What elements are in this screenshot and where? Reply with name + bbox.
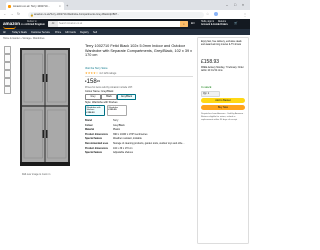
prime-promo-note[interactable]: Enjoy fast, free delivery, exclusive dea… — [201, 41, 245, 47]
gallery-thumbnail[interactable] — [4, 54, 11, 62]
new-tab-button[interactable]: + — [66, 3, 68, 8]
spec-value: Terry — [113, 119, 119, 122]
returns-orders[interactable]: Returns & Orders — [218, 21, 228, 27]
buy-box: Enjoy fast, free delivery, exclusive dea… — [197, 37, 249, 244]
quantity-select[interactable]: Qty: 1 — [201, 91, 220, 97]
subnav-item-prime[interactable]: Prime — [55, 31, 61, 34]
gallery-thumbnail[interactable] — [4, 70, 11, 78]
table-row: Special feature Adjustable shelves — [85, 151, 185, 156]
style-option-price: £158.93 — [86, 111, 95, 114]
gallery-thumbnail[interactable] — [4, 62, 11, 70]
subnav-item-registry[interactable]: Registry — [80, 31, 89, 34]
spec-key: Recommended uses — [85, 142, 109, 145]
add-to-basket-button[interactable]: Add to Basket — [201, 98, 245, 103]
subnav-item-customer-service[interactable]: Customer Service — [31, 31, 50, 34]
gallery-thumbnail[interactable] — [4, 86, 11, 94]
spec-value: Plastic — [113, 128, 121, 132]
back-icon[interactable]: ← — [3, 12, 7, 16]
subnav-item-deals[interactable]: Today's Deals — [12, 31, 27, 34]
deliver-to[interactable]: Deliver to United Kingdom — [27, 21, 45, 27]
language-selector[interactable]: EN — [191, 22, 194, 25]
delivery-info: FREE delivery Monday, 7 February. Order … — [201, 67, 244, 72]
browser-menu-icon[interactable]: ⋮ — [243, 12, 247, 17]
style-label: Style: Wardrobe with Shelves — [85, 101, 118, 104]
spec-key: Brand — [85, 119, 92, 122]
style-option[interactable]: Wardrobe £129.99 — [107, 105, 127, 116]
seller-details: Dispatches from Amazon · Sold by Amazon … — [201, 113, 245, 121]
price-whole: 158 — [86, 79, 97, 85]
amazon-header: amazon.co.uk Deliver to United Kingdom A… — [0, 19, 250, 29]
subnav-item-gift-cards[interactable]: Gift Cards — [65, 31, 76, 34]
account-menu[interactable]: Hello, sign in Account & Lists — [201, 21, 218, 27]
subnav-item-sell[interactable]: Sell — [93, 31, 97, 34]
minimize-icon[interactable]: – — [226, 3, 228, 7]
gallery-thumbnail[interactable] — [4, 46, 11, 54]
subnav-item-all[interactable]: All — [3, 31, 6, 34]
rating-count: 4.2 123 ratings — [99, 72, 117, 75]
search-department-select[interactable]: All — [48, 21, 58, 27]
maximize-icon[interactable]: □ — [234, 3, 236, 7]
product-price: £15893 — [85, 79, 101, 85]
bookmark-star-icon[interactable]: ☆ — [206, 12, 209, 16]
product-main-image[interactable] — [12, 46, 78, 170]
spec-key: Colour — [85, 123, 93, 127]
url-field[interactable]: 🔒 amazon.co.uk/Terry-1002710-Wardrobe-Co… — [28, 11, 204, 18]
window-close-icon[interactable]: × — [242, 3, 244, 7]
deliver-line2: United Kingdom — [27, 23, 45, 26]
divider — [85, 76, 193, 77]
profile-avatar[interactable] — [214, 11, 218, 16]
gallery-thumbnail[interactable] — [4, 78, 11, 86]
account-line2: Account & Lists — [201, 23, 219, 26]
brand-store-link[interactable]: Visit the Terry Store — [85, 67, 108, 70]
product-title: Terry 1002710 Fetid Black 102x 5.0mm Ind… — [85, 44, 193, 57]
orders-line2: & Orders — [218, 23, 228, 26]
spec-value: Weather resistant, lockable — [113, 137, 142, 141]
spec-value: Adjustable shelves — [113, 151, 133, 155]
search-input[interactable]: Search Amazon.co.uk — [59, 21, 179, 27]
spec-value: 39D x 102W x 170H centimetres — [113, 132, 148, 136]
price-fraction: 93 — [96, 79, 101, 83]
image-zoom-caption: Roll over image to zoom in — [22, 173, 51, 176]
price-vat-note: Prices for items sold by Amazon include … — [85, 86, 133, 89]
tab-title: Amazon.co.uk: Terry 1002710... — [13, 4, 50, 8]
spec-value: Storage of cleaning products, garden too… — [113, 142, 185, 145]
tab-close-icon[interactable]: × — [59, 4, 61, 8]
spec-key: Product dimensions — [85, 132, 108, 136]
search-bar: All Search Amazon.co.uk ⌕ — [48, 21, 188, 27]
rating-row[interactable]: ★★★★☆ 4.2 123 ratings — [85, 71, 116, 75]
spec-value: 102 x 39 x 170 cm — [113, 146, 133, 150]
colour-option-selected[interactable]: Grey/Black — [117, 94, 136, 100]
rating-stars-icon: ★★★★☆ — [85, 71, 99, 75]
logo-tld: .co.uk — [20, 23, 28, 26]
breadcrumb[interactable]: Home & Garden › Storage › Wardrobes — [3, 37, 45, 40]
url-text[interactable]: amazon.co.uk/Terry-1002710-Wardrobe-Comp… — [34, 13, 200, 16]
colour-option[interactable]: Grey — [85, 94, 101, 100]
reload-icon[interactable]: ↻ — [17, 12, 20, 16]
forward-icon[interactable]: → — [10, 12, 14, 16]
colour-option[interactable]: Black — [101, 94, 117, 100]
buybox-price: £158.93 — [201, 59, 220, 65]
spec-key: Product dimensions — [85, 146, 108, 150]
spec-value: Grey/Black — [113, 123, 125, 127]
amazon-favicon-icon — [8, 4, 11, 8]
colour-label: Colour Name: Grey/Black — [85, 90, 114, 93]
browser-tab-strip: Amazon.co.uk: Terry 1002710... × + – □ × — [0, 0, 250, 10]
buy-now-button[interactable]: Buy Now — [201, 105, 245, 110]
spec-key: Special feature — [85, 151, 103, 155]
sub-navigation: All Today's Deals Customer Service Prime… — [0, 29, 250, 35]
stock-status: In stock — [201, 85, 212, 89]
style-option-selected[interactable]: Wardrobe with Shelves £158.93 — [85, 105, 105, 116]
cart-icon[interactable]: 🛒 — [234, 21, 238, 25]
style-option-price: £129.99 — [108, 109, 117, 112]
browser-tab[interactable]: Amazon.co.uk: Terry 1002710... × — [6, 2, 64, 10]
search-icon[interactable]: ⌕ — [180, 21, 188, 27]
spec-key: Special feature — [85, 137, 103, 141]
spec-key: Material — [85, 128, 95, 132]
